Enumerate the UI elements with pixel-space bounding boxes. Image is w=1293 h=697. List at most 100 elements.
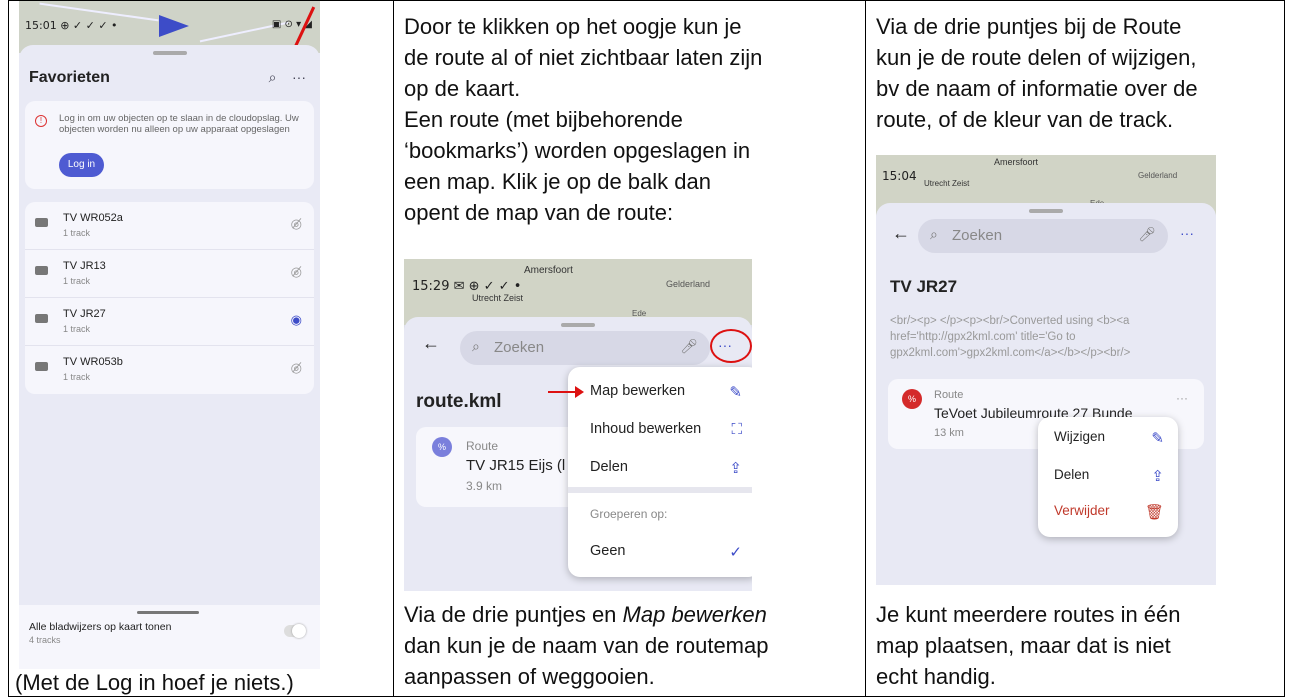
menu-item-group-none[interactable]: Geen ✓ <box>590 543 752 561</box>
status-bar: 15:29 ✉ ⊕ ✓ ✓ • <box>412 279 522 294</box>
pencil-icon: ✎ <box>729 384 742 401</box>
map-label: Gelderland <box>1138 171 1178 180</box>
text-line: echt handig. <box>876 664 996 689</box>
screenshot-route: Amersfoort Utrecht Zeist Gelderland Ede … <box>876 155 1216 585</box>
sheet-title: Favorieten <box>29 69 110 86</box>
menu-item-share[interactable]: Delen ⇪ <box>590 459 752 477</box>
share-icon: ⇪ <box>729 460 742 477</box>
route-name: TV JR15 Eijs (l <box>466 457 566 474</box>
eye-hidden-icon[interactable]: ◎̸ <box>291 216 302 232</box>
login-card: ! Log in om uw objecten op te slaan in d… <box>25 101 314 189</box>
text-line: aanpassen of weggooien. <box>404 664 655 689</box>
text-line: de route al of niet zichtbaar laten zijn <box>404 45 763 70</box>
folder-title: route.kml <box>416 391 502 412</box>
warning-icon: ! <box>35 115 47 127</box>
search-icon: ⌕ <box>930 226 938 242</box>
trash-icon: 🗑︎ <box>1144 504 1164 521</box>
explanation-text: Door te klikken op het oogje kun je de r… <box>404 11 856 228</box>
more-icon[interactable]: ··· <box>1180 225 1194 241</box>
menu-item-edit-content[interactable]: Inhoud bewerken ⛶ <box>590 421 752 438</box>
route-icon: % <box>432 437 452 457</box>
menu-label: Wijzigen <box>1054 429 1106 444</box>
microphone-icon[interactable]: 🎤︎ <box>680 338 698 355</box>
search-input[interactable]: ⌕ Zoeken 🎤︎ <box>918 219 1168 253</box>
show-all-count: 4 tracks <box>29 635 61 645</box>
menu-label: Delen <box>1054 467 1090 482</box>
back-arrow-icon[interactable]: ← <box>892 223 910 244</box>
map-label: Utrecht Zeist <box>472 293 524 303</box>
navigation-arrow-icon <box>159 15 189 37</box>
sheet-handle[interactable] <box>1029 209 1063 213</box>
login-button[interactable]: Log in <box>59 153 104 177</box>
bottom-sheet: ← ⌕ Zoeken 🎤︎ ··· TV JR27 <br/><p> </p><… <box>876 203 1216 585</box>
column-folder: Door te klikken op het oogje kun je de r… <box>394 1 866 696</box>
menu-item-edit-map[interactable]: Map bewerken ✎ <box>590 383 752 401</box>
sheet-handle[interactable] <box>152 51 187 55</box>
text-line: Via de drie puntjes en Map bewerken <box>404 602 767 627</box>
map-label: Gelderland <box>666 279 711 289</box>
text-line: Een route (met bijbehorende <box>404 107 683 132</box>
folder-icon <box>35 266 48 275</box>
explanation-text-bottom: Je kunt meerdere routes in één map plaat… <box>876 599 1276 692</box>
folder-icon <box>35 314 48 323</box>
folder-menu: Map bewerken ✎ Inhoud bewerken ⛶ Delen ⇪… <box>568 367 752 577</box>
list-item[interactable]: TV JR13 1 track ◎̸ <box>25 250 314 298</box>
folder-description: <br/><p> </p><p><br/>Converted using <b>… <box>890 315 1131 359</box>
screenshot-favorites: 15:01 ⊕ ✓ ✓ ✓ • ▣ ⊙ ▾ ◢ Favorieten ⌕ ···… <box>19 1 320 669</box>
caption: (Met de Log in hoef je niets.) <box>15 670 294 695</box>
share-icon: ⇪ <box>1151 468 1164 485</box>
list-item[interactable]: TV JR27 1 track ◉ <box>25 298 314 346</box>
list-item[interactable]: TV WR052a 1 track ◎̸ <box>25 202 314 250</box>
folder-name: TV JR27 <box>63 308 106 320</box>
folder-title: TV JR27 <box>890 277 958 296</box>
route-more-icon[interactable]: ··· <box>1176 391 1188 405</box>
annotation-arrow <box>548 386 584 398</box>
text-line: map plaatsen, maar dat is niet <box>876 633 1171 658</box>
text-line: opent de map van de route: <box>404 200 674 225</box>
show-all-row[interactable]: Alle bladwijzers op kaart tonen 4 tracks <box>19 605 320 669</box>
eye-visible-icon[interactable]: ◉ <box>291 312 302 328</box>
show-all-toggle[interactable] <box>284 624 306 638</box>
route-type: Route <box>466 439 499 453</box>
menu-divider <box>568 487 752 493</box>
menu-item-edit[interactable]: Wijzigen ✎ <box>1054 429 1178 447</box>
bottom-sheet[interactable]: Favorieten ⌕ ··· ! Log in om uw objecten… <box>19 45 320 669</box>
text-line: ‘bookmarks’) worden opgeslagen in <box>404 138 751 163</box>
route-distance: 3.9 km <box>466 479 503 493</box>
column-route: Via de drie puntjes bij de Route kun je … <box>866 1 1284 696</box>
home-indicator <box>137 611 199 614</box>
back-arrow-icon[interactable]: ← <box>422 333 440 354</box>
microphone-icon[interactable]: 🎤︎ <box>1138 226 1156 243</box>
route-icon: % <box>902 389 922 409</box>
sheet-handle[interactable] <box>561 323 595 327</box>
text-line: op de kaart. <box>404 76 521 101</box>
folder-count: 1 track <box>63 324 91 334</box>
menu-item-share[interactable]: Delen ⇪ <box>1054 467 1178 485</box>
text-line: een map. Klik je op de balk dan <box>404 169 711 194</box>
route-menu: Wijzigen ✎ Delen ⇪ Verwijder 🗑︎ <box>1038 417 1178 537</box>
list-item[interactable]: TV WR053b 1 track ◎̸ <box>25 346 314 394</box>
menu-item-delete[interactable]: Verwijder 🗑︎ <box>1054 503 1178 521</box>
map-label: Amersfoort <box>994 157 1039 167</box>
text-line: kun je de route delen of wijzigen, <box>876 45 1197 70</box>
explanation-text-bottom: Via de drie puntjes en Map bewerken dan … <box>404 599 856 692</box>
text-line: Je kunt meerdere routes in één <box>876 602 1181 627</box>
eye-hidden-icon[interactable]: ◎̸ <box>291 360 302 376</box>
menu-label: Inhoud bewerken <box>590 421 702 437</box>
route-distance: 13 km <box>934 427 964 439</box>
folder-count: 1 track <box>63 276 91 286</box>
eye-hidden-icon[interactable]: ◎̸ <box>291 264 302 280</box>
search-icon[interactable]: ⌕ <box>269 69 277 85</box>
folder-name: TV JR13 <box>63 260 106 272</box>
search-placeholder: Zoeken <box>952 227 1003 244</box>
folder-icon <box>35 362 48 371</box>
map-label: Utrecht Zeist <box>924 179 970 188</box>
text-line: Door te klikken op het oogje kun je <box>404 14 742 39</box>
text-line: dan kun je de naam van de routemap <box>404 633 769 658</box>
menu-section-label: Groeperen op: <box>590 507 668 521</box>
folder-name: TV WR053b <box>63 356 123 368</box>
search-input[interactable]: ⌕ Zoeken 🎤︎ <box>460 331 710 365</box>
more-icon[interactable]: ··· <box>292 69 306 85</box>
route-type: Route <box>934 389 964 401</box>
status-time: 15:04 <box>882 169 917 183</box>
